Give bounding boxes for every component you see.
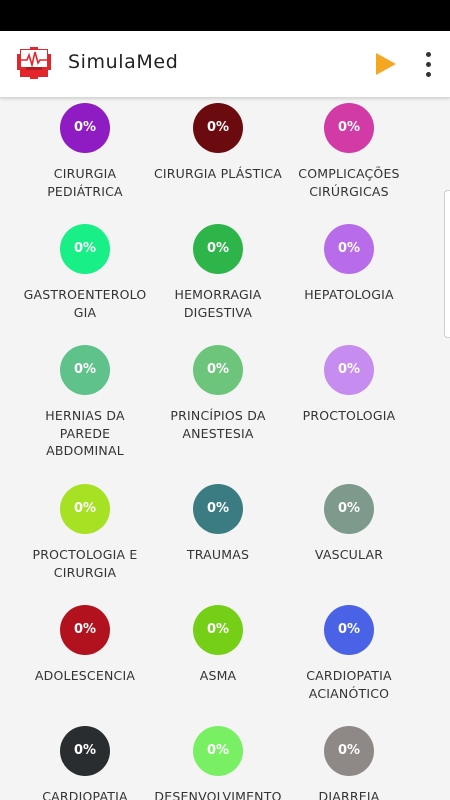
topic-progress-circle: 0% bbox=[60, 224, 110, 274]
topic-progress-circle: 0% bbox=[60, 726, 110, 776]
topic-label: CARDIOPATIA ACIANÓTICO bbox=[306, 668, 392, 701]
topic-tile[interactable]: 0% CARDIOPATIA bbox=[10, 726, 160, 800]
app-bar: SimulaMed bbox=[0, 31, 450, 98]
topic-progress-circle: 0% bbox=[60, 345, 110, 395]
topic-label: HEPATOLOGIA bbox=[304, 287, 394, 302]
topic-label: PROCTOLOGIA bbox=[302, 408, 396, 423]
topic-tile[interactable]: 0% ASMA bbox=[143, 605, 293, 685]
topic-progress-circle: 0% bbox=[324, 484, 374, 534]
status-bar bbox=[0, 0, 450, 31]
topic-tile[interactable]: 0% PRINCÍPIOS DA ANESTESIA bbox=[143, 345, 293, 442]
topic-tile[interactable]: 0% ADOLESCENCIA bbox=[10, 605, 160, 685]
topic-progress-circle: 0% bbox=[193, 726, 243, 776]
topic-progress-circle: 0% bbox=[193, 605, 243, 655]
topic-progress-circle: 0% bbox=[193, 103, 243, 153]
topic-tile[interactable]: 0% VASCULAR bbox=[274, 484, 424, 564]
topic-progress-circle: 0% bbox=[193, 345, 243, 395]
topic-label: COMPLICAÇÕES CIRÚRGICAS bbox=[298, 166, 400, 199]
topic-tile[interactable]: 0% DESENVOLVIMENTO bbox=[143, 726, 293, 800]
scroll-handle[interactable] bbox=[444, 190, 450, 338]
topic-progress-circle: 0% bbox=[193, 224, 243, 274]
topic-label: GASTROENTEROLOGIA bbox=[23, 287, 147, 320]
topic-progress-circle: 0% bbox=[60, 103, 110, 153]
app-title: SimulaMed bbox=[68, 51, 179, 73]
topic-tile[interactable]: 0% HEMORRAGIA DIGESTIVA bbox=[143, 224, 293, 321]
topic-label: PRINCÍPIOS DA ANESTESIA bbox=[170, 408, 266, 441]
topic-tile[interactable]: 0% HERNIAS DA PAREDE ABDOMINAL bbox=[10, 345, 160, 460]
topic-tile[interactable]: 0% TRAUMAS bbox=[143, 484, 293, 564]
topic-grid-scroll[interactable]: 0% CIRURGIA PEDIÁTRICA 0% CIRURGIA PLÁSTICA… bbox=[0, 98, 450, 800]
topic-progress-circle: 0% bbox=[60, 605, 110, 655]
topic-label: VASCULAR bbox=[314, 547, 384, 562]
topic-label: DESENVOLVIMENTO bbox=[154, 789, 282, 800]
topic-progress-circle: 0% bbox=[324, 726, 374, 776]
topic-progress-circle: 0% bbox=[324, 224, 374, 274]
topic-label: HERNIAS DA PAREDE ABDOMINAL bbox=[45, 408, 125, 458]
topic-label: PROCTOLOGIA E CIRURGIA bbox=[32, 547, 138, 580]
topic-progress-circle: 0% bbox=[324, 345, 374, 395]
topic-label: CARDIOPATIA bbox=[42, 789, 128, 800]
topic-label: ADOLESCENCIA bbox=[34, 668, 136, 683]
topic-tile[interactable]: 0% CARDIOPATIA ACIANÓTICO bbox=[274, 605, 424, 702]
topic-tile[interactable]: 0% CIRURGIA PEDIÁTRICA bbox=[10, 103, 160, 200]
overflow-menu-icon[interactable] bbox=[420, 49, 436, 81]
topic-label: TRAUMAS bbox=[186, 547, 250, 562]
topic-tile[interactable]: 0% HEPATOLOGIA bbox=[274, 224, 424, 304]
topic-label: CIRURGIA PLÁSTICA bbox=[153, 166, 283, 181]
topic-label: CIRURGIA PEDIÁTRICA bbox=[47, 166, 123, 199]
topic-tile[interactable]: 0% PROCTOLOGIA E CIRURGIA bbox=[10, 484, 160, 581]
topic-progress-circle: 0% bbox=[324, 103, 374, 153]
topic-label: DIARREIA bbox=[318, 789, 380, 800]
play-icon[interactable] bbox=[370, 49, 400, 79]
simulamed-logo-icon bbox=[17, 47, 51, 79]
topic-label: ASMA bbox=[199, 668, 237, 683]
topic-tile[interactable]: 0% CIRURGIA PLÁSTICA bbox=[143, 103, 293, 183]
topic-progress-circle: 0% bbox=[60, 484, 110, 534]
topic-tile[interactable]: 0% DIARREIA bbox=[274, 726, 424, 800]
topic-tile[interactable]: 0% GASTROENTEROLOGIA bbox=[10, 224, 160, 321]
topic-label: HEMORRAGIA DIGESTIVA bbox=[174, 287, 262, 320]
topic-progress-circle: 0% bbox=[193, 484, 243, 534]
topic-progress-circle: 0% bbox=[324, 605, 374, 655]
topic-tile[interactable]: 0% COMPLICAÇÕES CIRÚRGICAS bbox=[274, 103, 424, 200]
topic-tile[interactable]: 0% PROCTOLOGIA bbox=[274, 345, 424, 425]
